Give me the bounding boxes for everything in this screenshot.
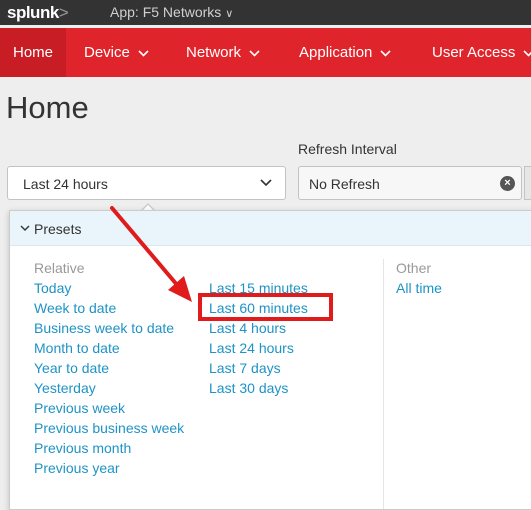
preset-month-to-date[interactable]: Month to date	[34, 340, 120, 356]
time-range-picker[interactable]: Last 24 hours	[7, 166, 286, 200]
annotation-highlight-box	[198, 293, 333, 321]
nav-item-home[interactable]: Home	[0, 28, 66, 77]
preset-business-week-to-date[interactable]: Business week to date	[34, 320, 174, 336]
relative-heading: Relative	[34, 260, 85, 276]
nav-item-network[interactable]: Network	[186, 28, 260, 77]
app-menu[interactable]: App: F5 Networks ∨	[110, 4, 233, 20]
splunk-topbar: splunk> App: F5 Networks ∨	[0, 0, 531, 25]
preset-last-24-hours[interactable]: Last 24 hours	[209, 340, 294, 356]
time-range-dropdown: Presets Relative Other Today Week to dat…	[9, 210, 531, 510]
preset-last-30-days[interactable]: Last 30 days	[209, 380, 288, 396]
app-nav-bar: Home Device Network Application User Acc…	[0, 28, 531, 77]
refresh-interval-select[interactable]: No Refresh ×	[298, 166, 522, 200]
chevron-down-icon	[380, 49, 391, 57]
dropdown-edge-button[interactable]	[524, 166, 531, 200]
preset-last-7-days[interactable]: Last 7 days	[209, 360, 281, 376]
chevron-down-icon	[20, 225, 30, 231]
preset-previous-month[interactable]: Previous month	[34, 440, 131, 456]
refresh-interval-label: Refresh Interval	[298, 141, 397, 157]
preset-all-time[interactable]: All time	[396, 280, 442, 296]
preset-yesterday[interactable]: Yesterday	[34, 380, 96, 396]
page-title: Home	[6, 90, 89, 125]
preset-today[interactable]: Today	[34, 280, 71, 296]
preset-year-to-date[interactable]: Year to date	[34, 360, 109, 376]
preset-previous-week[interactable]: Previous week	[34, 400, 125, 416]
presets-accordion-header[interactable]: Presets	[10, 211, 531, 246]
refresh-interval-value: No Refresh	[309, 176, 380, 192]
chevron-down-icon	[138, 49, 149, 57]
other-heading: Other	[396, 260, 432, 276]
nav-item-user-access[interactable]: User Access	[432, 28, 531, 77]
chevron-down-icon	[249, 49, 260, 57]
chevron-down-icon	[523, 49, 531, 57]
presets-label: Presets	[34, 221, 82, 237]
nav-item-device[interactable]: Device	[84, 28, 149, 77]
preset-last-4-hours[interactable]: Last 4 hours	[209, 320, 286, 336]
preset-week-to-date[interactable]: Week to date	[34, 300, 116, 316]
clear-icon[interactable]: ×	[500, 176, 515, 191]
nav-item-application[interactable]: Application	[299, 28, 391, 77]
app-menu-label: App: F5 Networks	[110, 4, 222, 20]
time-range-value: Last 24 hours	[23, 176, 108, 192]
preset-previous-business-week[interactable]: Previous business week	[34, 420, 184, 436]
chevron-down-icon	[260, 179, 272, 187]
preset-previous-year[interactable]: Previous year	[34, 460, 120, 476]
chevron-down-icon: ∨	[225, 8, 234, 20]
column-divider	[383, 259, 384, 509]
splunk-logo[interactable]: splunk>	[7, 3, 69, 23]
